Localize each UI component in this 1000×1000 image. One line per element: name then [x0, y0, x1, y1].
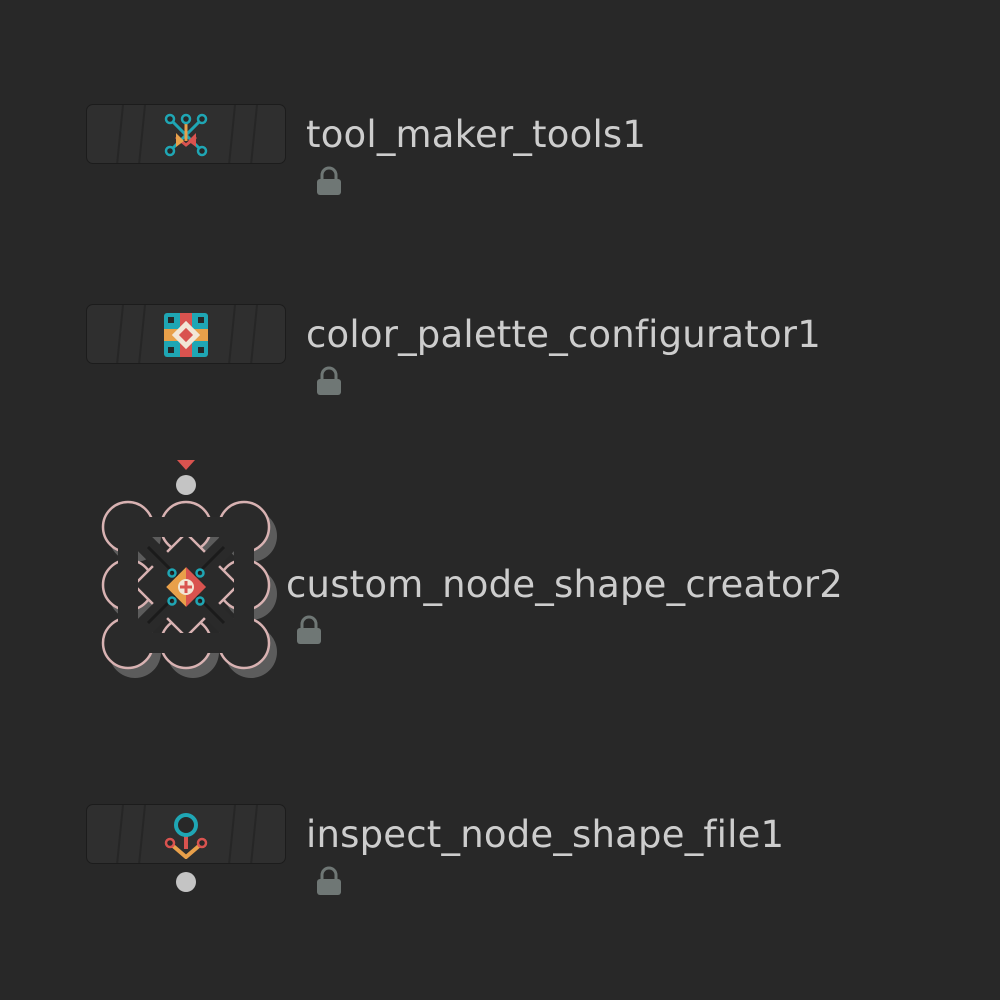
node-tool-maker-tools[interactable]: tool_maker_tools1 — [86, 104, 686, 204]
output-connector[interactable] — [176, 872, 196, 892]
node-name-label[interactable]: color_palette_configurator1 — [306, 313, 821, 357]
lock-icon[interactable] — [315, 166, 343, 196]
lock-icon[interactable] — [315, 866, 343, 896]
lock-icon[interactable] — [315, 366, 343, 396]
node-name-label[interactable]: inspect_node_shape_file1 — [306, 813, 784, 857]
node-body[interactable] — [86, 804, 286, 864]
tool-maker-icon — [164, 113, 208, 157]
color-palette-icon — [164, 313, 208, 357]
lock-icon[interactable] — [295, 615, 323, 645]
input-connector[interactable] — [176, 475, 196, 495]
inspect-shape-icon — [164, 813, 208, 859]
node-color-palette-configurator[interactable]: color_palette_configurator1 — [86, 304, 886, 404]
node-name-label[interactable]: tool_maker_tools1 — [306, 113, 646, 157]
node-shape-creator-icon — [166, 567, 206, 607]
node-custom-node-shape-creator[interactable]: custom_node_shape_creator2 — [100, 455, 900, 685]
node-name-label[interactable]: custom_node_shape_creator2 — [286, 563, 843, 607]
node-inspect-node-shape-file[interactable]: inspect_node_shape_file1 — [86, 804, 886, 904]
node-body[interactable] — [86, 104, 286, 164]
node-body[interactable] — [86, 304, 286, 364]
display-flag-marker[interactable] — [176, 459, 196, 471]
